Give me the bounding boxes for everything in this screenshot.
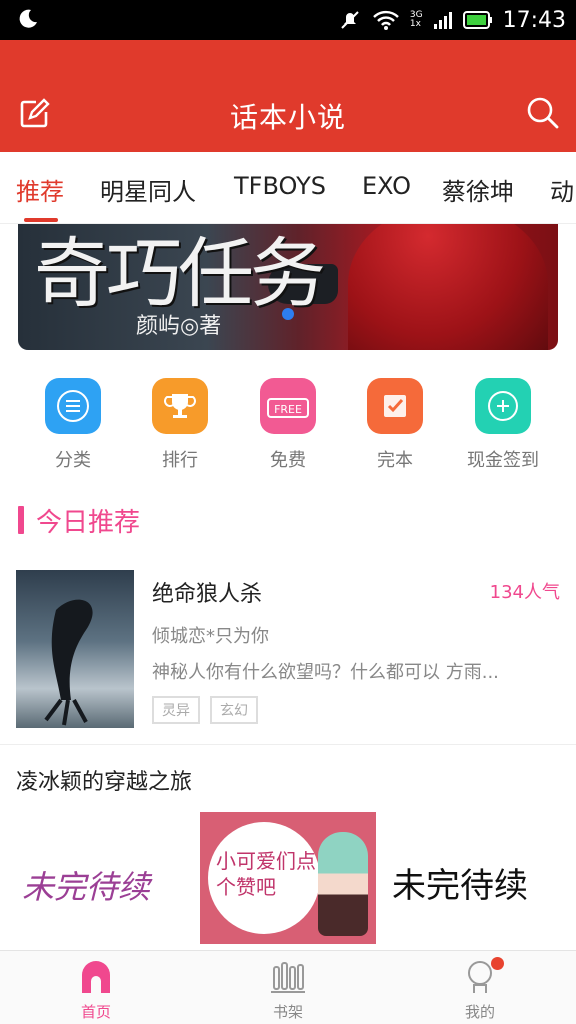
status-bar: 3G 1x 17:43 [0, 0, 576, 40]
list-icon [45, 378, 101, 434]
category-tabs: 推荐 明星同人 TFBOYS EXO 蔡徐坤 动 [0, 152, 576, 224]
tab-anime[interactable]: 动 [550, 172, 574, 207]
today-recommend-heading: 今日推荐 [18, 504, 140, 538]
tab-caixukun[interactable]: 蔡徐坤 [442, 172, 514, 207]
app-title: 话本小说 [229, 101, 346, 134]
active-tab-indicator [24, 218, 58, 222]
network-indicator: 3G 1x [409, 10, 423, 29]
section-marker [18, 506, 24, 534]
book-title: 绝命狼人杀 [152, 582, 263, 607]
tab-exo[interactable]: EXO [362, 172, 411, 200]
chibi-character [318, 832, 368, 936]
chapter-thumbnails: 未完待续 小可爱们点个赞吧 未完待续 [0, 812, 576, 946]
quick-actions: 分类 排行 FREE 免费 完本 现金签到 [0, 378, 576, 478]
banner-author: 颜屿◎著 [136, 314, 222, 339]
nav-bookshelf[interactable]: 书架 [228, 959, 348, 1022]
book-tag: 玄幻 [210, 696, 258, 724]
chapter-thumb[interactable]: 小可爱们点个赞吧 [200, 812, 376, 944]
quick-action-category[interactable]: 分类 [23, 378, 123, 472]
free-icon: FREE [260, 378, 316, 434]
svg-text:FREE: FREE [274, 403, 302, 416]
quick-action-free[interactable]: FREE 免费 [238, 378, 338, 472]
home-icon [78, 959, 114, 995]
quick-action-ranking[interactable]: 排行 [130, 378, 230, 472]
mute-icon [341, 11, 359, 29]
clock: 17:43 [502, 7, 566, 33]
nav-home[interactable]: 首页 [36, 959, 156, 1022]
banner-figure [348, 224, 548, 350]
bookshelf-icon [270, 959, 306, 995]
chapter-thumb[interactable]: 未完待续 [16, 812, 194, 944]
checkin-icon [475, 378, 531, 434]
book-cover [16, 570, 134, 728]
bottom-navigation: 首页 书架 我的 [0, 950, 576, 1024]
search-icon[interactable] [526, 96, 560, 130]
quick-action-finished[interactable]: 完本 [345, 378, 445, 472]
trophy-icon [152, 378, 208, 434]
tab-recommend[interactable]: 推荐 [16, 172, 64, 207]
tab-tfboys[interactable]: TFBOYS [234, 172, 326, 200]
wifi-icon [373, 10, 399, 30]
finished-icon [367, 378, 423, 434]
nav-profile[interactable]: 我的 [420, 957, 540, 1022]
book-description: 神秘人你有什么欲望吗？什么都可以 方雨... [152, 662, 499, 683]
book-tag: 灵异 [152, 696, 200, 724]
app-header: 话本小说 [0, 40, 576, 152]
divider [0, 744, 576, 745]
signal-icon [433, 12, 452, 29]
book-author: 倾城恋*只为你 [152, 626, 269, 647]
quick-action-checkin[interactable]: 现金签到 [453, 378, 553, 472]
notification-badge [491, 957, 504, 970]
chapter-thumb[interactable]: 未完待续 [382, 812, 558, 944]
series-title[interactable]: 凌冰颖的穿越之旅 [16, 764, 192, 796]
banner-carousel[interactable]: 奇巧任务 颜屿◎著 [18, 224, 558, 350]
battery-icon [462, 11, 492, 29]
carousel-indicator-dot [282, 308, 294, 320]
book-popularity: 134人气 [489, 582, 560, 603]
moon-icon [19, 9, 37, 28]
profile-icon [462, 957, 504, 995]
tab-celebrity-fanfic[interactable]: 明星同人 [100, 172, 196, 207]
book-card[interactable]: 绝命狼人杀 134人气 倾城恋*只为你 神秘人你有什么欲望吗？什么都可以 方雨.… [0, 566, 576, 742]
